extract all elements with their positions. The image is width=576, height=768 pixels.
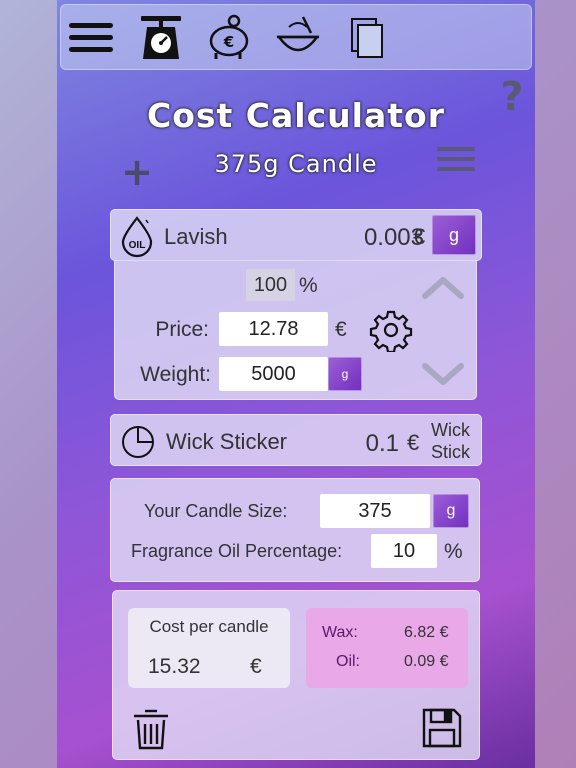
page-title: Cost Calculator [147,96,445,135]
gear-icon[interactable] [369,308,413,354]
unit-line-2[interactable]: Stick [431,442,470,463]
oil-value: 0.09 € [404,653,449,670]
cost-currency: € [250,655,262,678]
weight-label: Weight: [140,363,211,386]
ingredient-cost: 0.1 [365,430,399,457]
ingredient-wick-header[interactable]: Wick Sticker 0.1 € Wick Stick [110,414,482,466]
wax-value: 6.82 € [404,624,449,641]
unit-line-1[interactable]: Wick [431,420,470,441]
save-icon[interactable] [421,707,463,749]
ingredient-name: Wick Sticker [166,429,287,454]
price-currency: € [335,318,347,341]
unit-toggle-button[interactable]: g [432,215,476,255]
cost-value: 15.32 [148,655,201,678]
svg-text:OIL: OIL [129,240,146,251]
wax-label: Wax: [322,624,358,641]
top-toolbar: € [60,4,532,70]
fragrance-unit: % [444,540,463,563]
ingredient-oil-details: 100 % Price: 12.78 € Weight: 5000 g [114,260,477,400]
percent-sign: % [299,274,318,297]
documents-icon[interactable] [344,13,394,63]
weight-input[interactable]: 5000 [219,357,328,391]
ingredient-currency: € [413,224,426,249]
candle-size-label: Your Candle Size: [144,501,288,521]
candle-settings-card: Your Candle Size: 375 g Fragrance Oil Pe… [110,478,480,582]
ingredient-cost: 0.003 [363,224,424,251]
cost-per-candle-box: Cost per candle 15.32 € [128,608,290,688]
weight-unit-button[interactable]: g [328,357,362,391]
pie-icon [119,422,157,460]
summary-card: Cost per candle 15.32 € Wax: 6.82 € Oil:… [112,590,480,760]
trash-icon[interactable] [131,706,171,752]
fragrance-label: Fragrance Oil Percentage: [131,541,343,561]
candle-size-input[interactable]: 375 [320,494,430,528]
oil-drop-icon: OIL [119,214,155,258]
oil-label: Oil: [336,653,360,670]
ingredient-name: Lavish [164,224,228,249]
cost-label: Cost per candle [149,617,269,636]
scale-icon[interactable] [137,13,187,63]
ingredient-currency: € [407,430,420,455]
price-input[interactable]: 12.78 [219,312,328,346]
list-menu-icon[interactable] [437,146,475,174]
candle-size-unit-button[interactable]: g [433,494,469,528]
breakdown-box: Wax: 6.82 € Oil: 0.09 € [306,608,468,688]
fragrance-input[interactable]: 10 [371,534,437,568]
price-label: Price: [155,318,209,341]
piggy-bank-icon[interactable]: € [204,13,254,63]
app-screen: € ? Cost Calculator 375g Candle + OIL La… [57,0,535,768]
chevron-up-icon[interactable] [421,272,465,300]
percent-field[interactable]: 100 [246,269,295,301]
chevron-down-icon[interactable] [421,360,465,388]
add-ingredient-button[interactable]: + [121,150,153,194]
menu-icon[interactable] [67,13,117,63]
mixing-bowl-icon[interactable] [273,13,323,63]
ingredient-oil-header[interactable]: OIL Lavish 0.003 € g [110,209,482,261]
euro-symbol: € [223,33,234,51]
